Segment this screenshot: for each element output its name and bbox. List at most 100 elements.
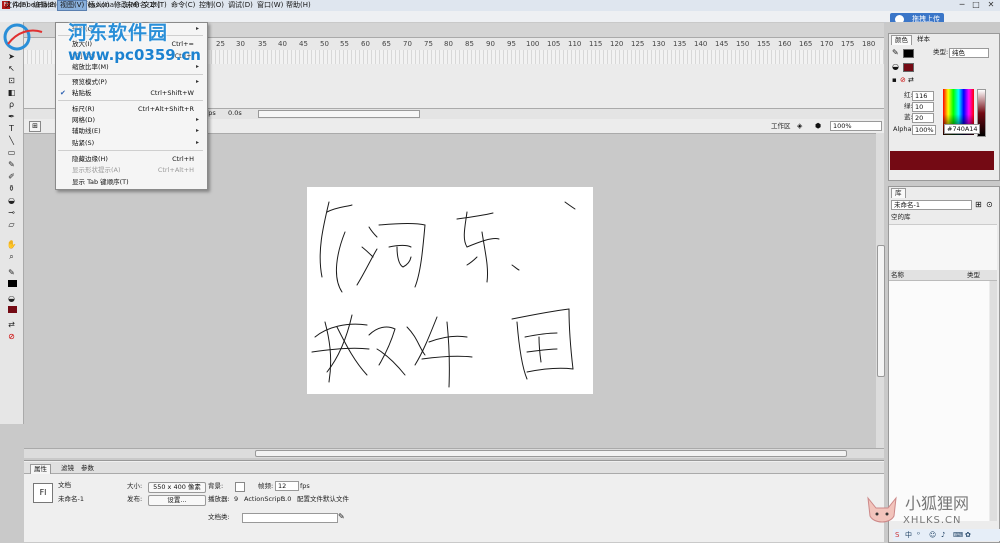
new-library-icon[interactable]: ⊞ [975, 200, 982, 209]
edit-scene-icon[interactable]: ⬢ [815, 122, 821, 131]
tab-parameters[interactable]: 参数 [78, 464, 97, 473]
hex-input[interactable]: #740A14 [944, 124, 980, 134]
close-icon[interactable]: ✕ [986, 0, 996, 10]
subselection-tool-icon[interactable]: ↖ [6, 64, 17, 73]
rectangle-tool-icon[interactable]: ▭ [6, 148, 17, 157]
menu-text[interactable]: 文本(T) [141, 1, 169, 10]
no-color-icon[interactable]: ⊘ [900, 76, 906, 85]
no-color-icon[interactable]: ⊘ [6, 332, 17, 341]
ime-punct-icon[interactable]: ⁰ [917, 530, 920, 540]
scene-icon[interactable]: ⊞ [29, 121, 41, 132]
tab-properties[interactable]: 属性 [30, 464, 51, 474]
menu-view[interactable]: 视图(V) [57, 0, 88, 11]
menu-window[interactable]: 窗口(W) [255, 1, 285, 10]
menu-item-preview-mode[interactable]: 预览模式(P) [72, 78, 107, 86]
ime-keyboard-icon[interactable]: ⌨ [953, 530, 963, 540]
timeline-scrollbar[interactable] [258, 110, 420, 118]
stroke-swatch[interactable] [903, 49, 914, 58]
ime-voice-icon[interactable]: ♪ [941, 530, 945, 540]
hand-tool-icon[interactable]: ✋ [6, 240, 17, 249]
background-color-swatch[interactable] [235, 482, 245, 492]
workspace-dropdown[interactable]: 工作区 [771, 122, 791, 131]
menu-commands[interactable]: 命令(C) [169, 1, 197, 10]
blue-input[interactable]: 20 [912, 113, 934, 123]
default-colors-icon[interactable]: ▪ [892, 76, 897, 85]
stroke [421, 355, 473, 360]
stroke [356, 248, 378, 286]
text-tool-icon[interactable]: T [6, 124, 17, 133]
menu-modify[interactable]: 修改(M) [112, 1, 142, 10]
menu-item-pasteboard[interactable]: 粘贴板 [72, 89, 92, 97]
menu-item-show-tab-order[interactable]: 显示 Tab 键顺序(T) [72, 178, 129, 186]
edit-symbol-icon[interactable]: ◈ [797, 122, 802, 131]
document-size-button[interactable]: 550 x 400 像素 [148, 482, 206, 493]
frame-rate-input[interactable]: 12 [275, 481, 299, 491]
free-transform-tool-icon[interactable]: ⊡ [6, 76, 17, 85]
tab-library[interactable]: 库 [891, 188, 906, 198]
menu-item-hide-edges[interactable]: 隐藏边缘(H) [72, 155, 108, 163]
frame-rate-label: 帧频: [258, 482, 274, 490]
minimize-icon[interactable]: ─ [957, 0, 967, 10]
menu-insert[interactable]: 插入(I) [86, 1, 112, 10]
alpha-input[interactable]: 100% [912, 125, 936, 135]
tab-color[interactable]: 颜色 [891, 35, 912, 45]
fill-color-swatch[interactable] [8, 306, 17, 313]
eyedropper-tool-icon[interactable]: ⊸ [6, 208, 17, 217]
fps-unit: fps [300, 482, 310, 490]
horizontal-scroll-thumb[interactable] [255, 450, 847, 457]
vertical-scroll-thumb[interactable] [877, 245, 885, 377]
pencil-tool-icon[interactable]: ✎ [6, 160, 17, 169]
menu-debug[interactable]: 调试(D) [226, 1, 255, 10]
menu-item-guides[interactable]: 辅助线(E) [72, 127, 101, 135]
ime-mode-icon[interactable]: 中 [905, 530, 912, 540]
fill-color-icon[interactable]: ◒ [6, 294, 17, 303]
color-type-select[interactable]: 纯色 [949, 48, 989, 58]
frame-number: 165 [799, 40, 813, 48]
ime-skin-icon[interactable]: ✿ [965, 530, 971, 540]
zoom-tool-icon[interactable]: ⌕ [6, 252, 17, 261]
edit-pencil-icon[interactable]: ✎ [338, 512, 345, 521]
brush-tool-icon[interactable]: ✐ [6, 172, 17, 181]
menu-file[interactable]: 文件(F) [3, 1, 31, 10]
pin-icon[interactable]: ⊙ [986, 200, 993, 209]
ink-bottle-tool-icon[interactable]: ⚱ [6, 184, 17, 193]
publish-settings-button[interactable]: 设置... [148, 495, 206, 506]
library-scrollbar[interactable] [990, 281, 997, 521]
library-col-type[interactable]: 类型 [967, 271, 980, 280]
gradient-transform-tool-icon[interactable]: ◧ [6, 88, 17, 97]
document-class-input[interactable] [242, 513, 338, 523]
paint-bucket-tool-icon[interactable]: ◒ [6, 196, 17, 205]
library-col-name[interactable]: 名称 [891, 271, 904, 280]
frame-number: 175 [841, 40, 855, 48]
menu-control[interactable]: 控制(O) [197, 1, 226, 10]
red-input[interactable]: 116 [912, 91, 934, 101]
menu-item-rulers[interactable]: 标尺(R) [72, 105, 95, 113]
swap-colors-icon[interactable]: ⇄ [908, 76, 914, 85]
maximize-icon[interactable]: □ [971, 0, 981, 10]
line-tool-icon[interactable]: ╲ [6, 136, 17, 145]
stroke-color-icon[interactable]: ✎ [6, 268, 17, 277]
tab-filters[interactable]: 滤镜 [58, 464, 77, 473]
eraser-tool-icon[interactable]: ▱ [6, 220, 17, 229]
zoom-select[interactable]: 100% [830, 121, 882, 131]
lasso-tool-icon[interactable]: ρ [6, 100, 17, 109]
menu-item-magnification[interactable]: 缩放比率(M) [72, 63, 109, 71]
fill-swatch[interactable] [903, 63, 914, 72]
menu-item-grid[interactable]: 网格(D) [72, 116, 95, 124]
tab-swatches[interactable]: 样本 [914, 35, 933, 44]
frame-number: 150 [736, 40, 750, 48]
stroke-color-swatch[interactable] [8, 280, 17, 287]
stage-canvas[interactable] [307, 187, 593, 394]
selection-tool-icon[interactable]: ➤ [6, 52, 17, 61]
library-document-select[interactable]: 未命名-1 [891, 200, 972, 210]
stroke-pencil-icon: ✎ [892, 48, 899, 57]
pen-tool-icon[interactable]: ✒ [6, 112, 17, 121]
menu-item-snapping[interactable]: 贴紧(S) [72, 139, 94, 147]
menu-edit[interactable]: 编辑(E) [31, 1, 59, 10]
menu-help[interactable]: 帮助(H) [284, 1, 313, 10]
swap-colors-icon[interactable]: ⇄ [6, 320, 17, 329]
green-input[interactable]: 10 [912, 102, 934, 112]
ime-emoji-icon[interactable]: ☺ [929, 530, 936, 540]
ime-logo-icon[interactable]: S [895, 530, 899, 540]
frame-number: 65 [382, 40, 391, 48]
